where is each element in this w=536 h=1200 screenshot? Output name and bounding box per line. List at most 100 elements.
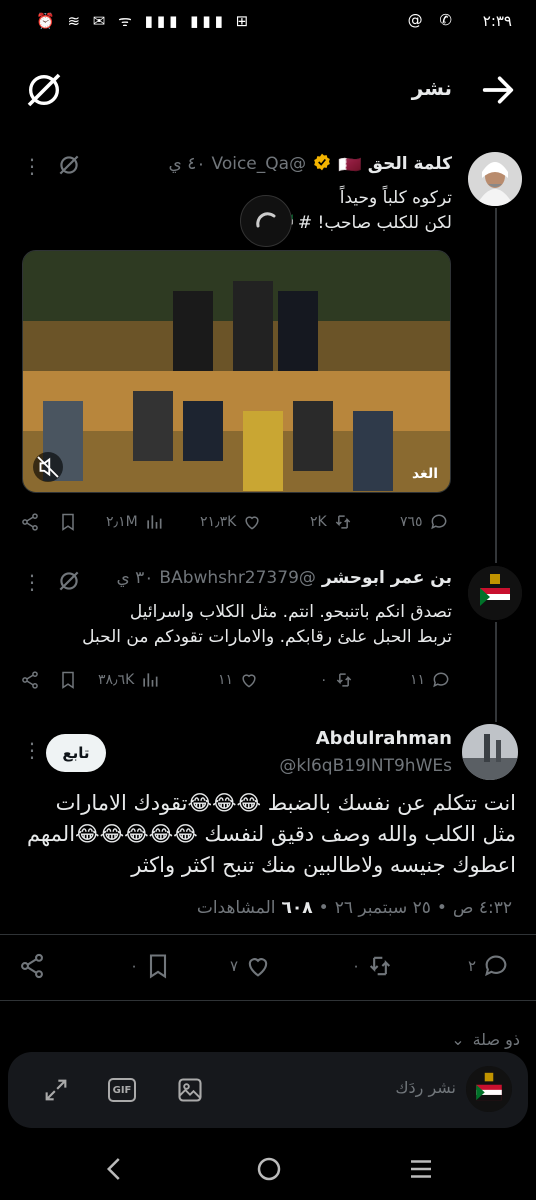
- more-options-icon[interactable]: ⋮: [22, 738, 42, 762]
- like-button[interactable]: ٢١٫٣K: [200, 512, 262, 532]
- top-bar: نشر: [0, 62, 536, 118]
- avatar[interactable]: [468, 152, 522, 206]
- share-icon[interactable]: [20, 512, 40, 532]
- tweet3-views-label: المشاهدات: [196, 898, 276, 918]
- thread-line: [495, 622, 497, 722]
- share-icon[interactable]: [20, 670, 40, 690]
- meta-separator: •: [436, 898, 447, 918]
- bookmark-icon: [150, 954, 167, 979]
- image-icon[interactable]: [176, 1076, 204, 1108]
- qatar-flag: 🇶🇦: [338, 153, 362, 176]
- arrow-right-icon[interactable]: [478, 70, 518, 110]
- views-stat[interactable]: ٢٫١M: [106, 512, 164, 532]
- page-title: نشر: [411, 76, 452, 100]
- likes-count: ٧: [230, 957, 239, 975]
- divider: [0, 1000, 536, 1001]
- status-system-icons: ⏰ ≋ ✉ ᯤ ▮▮▮ ▮▮▮ ⊞: [36, 12, 253, 30]
- loading-spinner-icon: [240, 195, 292, 247]
- mute-icon[interactable]: [33, 452, 63, 482]
- like-button[interactable]: ٧: [230, 952, 272, 980]
- retweet-icon: [369, 956, 391, 976]
- meta-separator: •: [318, 898, 329, 918]
- tweet3-actions: ٠ ٧ ٠ ٢: [18, 952, 518, 982]
- tweet2-name[interactable]: بن عمر ابوحشر: [322, 568, 452, 588]
- tweet2-header: بن عمر ابوحشر @BAbwhshr27379 ٣٠ ي: [116, 568, 452, 588]
- relevance-sort[interactable]: ذو صلة ⌄: [451, 1030, 520, 1049]
- reply-icon: [430, 514, 446, 530]
- views-count: ٢٫١M: [106, 514, 138, 530]
- tweet3-name[interactable]: Abdulrahman: [316, 728, 452, 749]
- follow-button[interactable]: تابع: [46, 734, 106, 772]
- grok-icon[interactable]: [56, 152, 84, 180]
- tweet1-text: تركوه كلباً وحيداً لكن للكلب صاحب! # 🇮🇱🇦…: [152, 186, 452, 236]
- status-notification-icons: @ ✆: [407, 11, 458, 29]
- system-nav-bar: [0, 1140, 536, 1200]
- tweet3-views-count: ٦٠٨: [281, 898, 313, 918]
- likes-count: ١١: [218, 672, 234, 688]
- avatar[interactable]: [462, 724, 518, 780]
- status-bar: ٢:٣٩ @ ✆ ⏰ ≋ ✉ ᯤ ▮▮▮ ▮▮▮ ⊞: [0, 0, 536, 44]
- views-count: ٣٨٫٦K: [98, 672, 135, 688]
- gif-icon[interactable]: GIF: [108, 1078, 136, 1102]
- tweet1-line2-row: لكن للكلب صاحب! # 🇮🇱🇦🇪: [152, 211, 452, 236]
- avatar: [466, 1066, 512, 1112]
- replies-count: ١١: [410, 672, 426, 688]
- retweet-button[interactable]: ٠: [352, 952, 394, 980]
- tweet2-handle[interactable]: @BAbwhshr27379: [159, 568, 315, 588]
- heart-icon: [242, 674, 256, 688]
- relevance-label: ذو صلة: [472, 1030, 520, 1049]
- tweet1-header: كلمة الحق 🇶🇦 @Voice_Qa ٤٠ ي: [169, 152, 452, 176]
- heart-icon: [245, 516, 259, 530]
- grok-icon[interactable]: [24, 70, 64, 110]
- grok-icon[interactable]: [56, 568, 82, 598]
- chevron-down-icon: ⌄: [451, 1030, 465, 1049]
- reply-button[interactable]: ١١: [410, 670, 451, 690]
- bookmark-button[interactable]: ٠: [130, 952, 172, 980]
- tweet2-time: ٣٠ ي: [116, 568, 154, 588]
- tweet2-actions: ٣٨٫٦K ١١ ٠ ١١: [20, 670, 460, 698]
- more-options-icon[interactable]: ⋮: [22, 570, 42, 594]
- tweet3-handle[interactable]: @kl6qB19INT9hWEs: [279, 756, 452, 776]
- retweet-icon: [336, 673, 351, 687]
- tweet1-line2: لكن للكلب صاحب! #: [297, 213, 452, 233]
- status-time: ٢:٣٩: [482, 12, 512, 30]
- bookmarks-count: ٠: [130, 957, 139, 975]
- replies-count: ٢: [468, 957, 477, 975]
- likes-count: ٢١٫٣K: [200, 514, 237, 530]
- reply-input[interactable]: نشر ردَك: [395, 1078, 456, 1097]
- retweet-icon: [335, 515, 350, 529]
- divider: [0, 934, 536, 935]
- tweet1-handle[interactable]: @Voice_Qa: [212, 154, 307, 174]
- tweet1-actions: ٢٫١M ٢١٫٣K ٢K ٧٦٥: [20, 512, 460, 540]
- bookmark-icon[interactable]: [58, 670, 78, 690]
- tweet1-video[interactable]: الغد: [22, 250, 451, 493]
- expand-icon[interactable]: [42, 1076, 70, 1108]
- like-button[interactable]: ١١: [218, 670, 259, 690]
- avatar[interactable]: [468, 566, 522, 620]
- tweet1-line1: تركوه كلباً وحيداً: [339, 188, 452, 208]
- tweet3-time: ٤:٣٢ ص: [452, 898, 512, 918]
- nav-home-icon[interactable]: [254, 1154, 284, 1188]
- retweets-count: ٠: [352, 957, 361, 975]
- reply-button[interactable]: ٧٦٥: [400, 512, 449, 532]
- retweets-count: ٢K: [310, 514, 327, 530]
- share-icon[interactable]: [18, 952, 46, 980]
- tweet1-time: ٤٠ ي: [168, 154, 206, 174]
- reply-icon: [433, 672, 449, 688]
- nav-recents-icon[interactable]: [406, 1154, 436, 1188]
- retweets-count: ٠: [320, 672, 328, 688]
- tweet3-date: ٢٥ سبتمبر ٢٦: [334, 898, 431, 918]
- nav-back-icon[interactable]: [100, 1154, 130, 1188]
- views-icon: [143, 673, 158, 687]
- reply-button[interactable]: ٢: [468, 952, 510, 980]
- thread-line: [495, 208, 497, 563]
- views-stat[interactable]: ٣٨٫٦K: [98, 670, 160, 690]
- verified-badge-icon: [312, 152, 332, 176]
- retweet-button[interactable]: ٢K: [310, 512, 353, 532]
- views-icon: [147, 515, 162, 529]
- tweet3-meta: ٤:٣٢ ص • ٢٥ سبتمبر ٢٦ • ٦٠٨ المشاهدات: [197, 898, 512, 918]
- bookmark-icon[interactable]: [58, 512, 78, 532]
- retweet-button[interactable]: ٠: [320, 670, 354, 690]
- more-options-icon[interactable]: ⋮: [22, 154, 42, 178]
- tweet1-name[interactable]: كلمة الحق: [368, 154, 452, 174]
